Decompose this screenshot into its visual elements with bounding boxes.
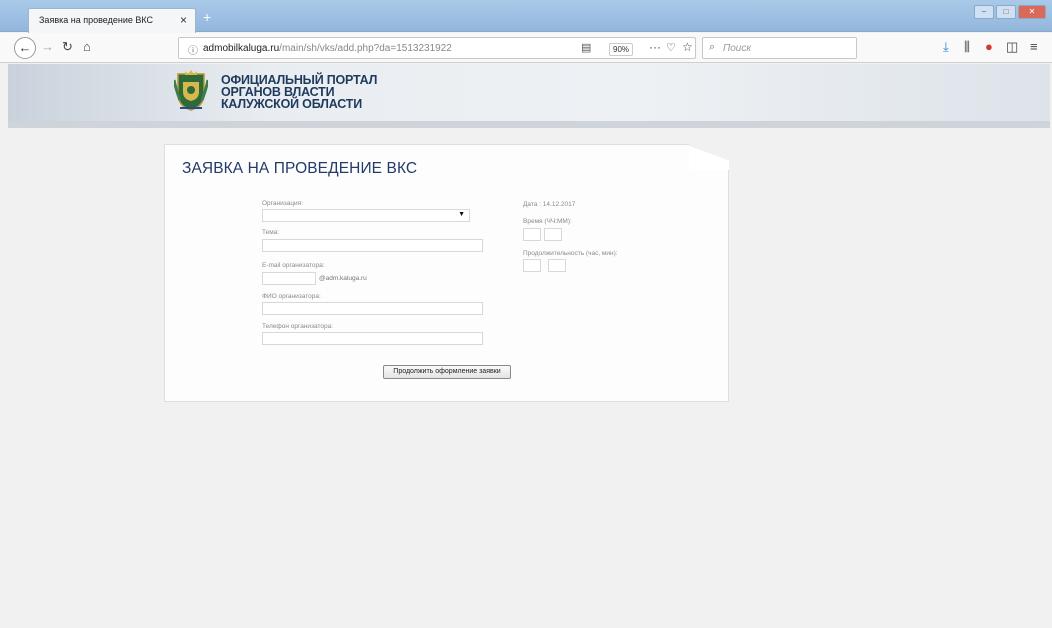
time-minutes-input[interactable]: [544, 228, 562, 241]
forward-arrow-icon[interactable]: →: [41, 39, 54, 55]
phone-label: Телефон организатора:: [262, 323, 334, 330]
site-info-icon[interactable]: ⓘ: [188, 42, 198, 57]
url-path: /main/sh/vks/add.php?da=1513231922: [279, 43, 452, 54]
time-hours-input[interactable]: [523, 228, 541, 241]
home-icon[interactable]: ⌂: [83, 39, 91, 55]
menu-icon[interactable]: ≡: [1030, 39, 1038, 54]
email-input[interactable]: [262, 272, 316, 285]
close-tab-icon[interactable]: ×: [180, 13, 187, 27]
chevron-down-icon: ▼: [458, 211, 465, 218]
duration-minutes-input[interactable]: [548, 259, 566, 272]
date-label: Дата : 14.12.2017: [523, 201, 576, 208]
portal-header: ОФИЦИАЛЬНЫЙ ПОРТАЛ ОРГАНОВ ВЛАСТИ КАЛУЖС…: [8, 64, 1050, 122]
back-arrow-icon[interactable]: ←: [14, 37, 36, 59]
search-placeholder: Поиск: [723, 43, 752, 54]
page-actions-icon[interactable]: ···: [649, 40, 661, 54]
sidebar-icon[interactable]: ◫: [1006, 39, 1018, 55]
duration-hours-input[interactable]: [523, 259, 541, 272]
zoom-level[interactable]: 90%: [609, 43, 634, 56]
browser-tabbar: Заявка на проведение ВКС × + – □ ✕: [0, 0, 1052, 33]
organization-label: Организация:: [262, 200, 304, 207]
reload-icon[interactable]: ↻: [62, 39, 73, 55]
portal-title[interactable]: ОФИЦИАЛЬНЫЙ ПОРТАЛ ОРГАНОВ ВЛАСТИ КАЛУЖС…: [221, 74, 377, 111]
url-text[interactable]: admobilkaluga.ru/main/sh/vks/add.php?da=…: [203, 43, 452, 54]
time-label: Время (ЧЧ:ММ):: [523, 218, 572, 225]
form-panel: ЗАЯВКА НА ПРОВЕДЕНИЕ ВКС Организация: ▼ …: [164, 144, 729, 402]
adblock-icon[interactable]: ●: [985, 39, 993, 54]
url-domain: admobilkaluga.ru: [203, 43, 280, 54]
bookmark-star-icon[interactable]: ☆: [682, 40, 693, 54]
download-icon[interactable]: ⤓: [943, 39, 949, 55]
browser-navbar: ← → ↻ ⌂ ⓘ admobilkaluga.ru/main/sh/vks/a…: [0, 33, 1052, 63]
email-label: E-mail организатора:: [262, 262, 325, 269]
search-bar[interactable]: ⌕ Поиск: [702, 37, 857, 59]
url-bar[interactable]: ⓘ admobilkaluga.ru/main/sh/vks/add.php?d…: [178, 37, 696, 59]
topic-label: Тема:: [262, 229, 280, 236]
continue-button[interactable]: Продолжить оформление заявки: [383, 365, 511, 379]
library-icon[interactable]: ⫼: [964, 39, 970, 55]
reader-view-icon[interactable]: ▤: [581, 41, 591, 54]
tab-title: Заявка на проведение ВКС: [39, 15, 153, 25]
phone-input[interactable]: [262, 332, 483, 345]
portal-title-line-3: КАЛУЖСКОЙ ОБЛАСТИ: [221, 97, 362, 111]
pocket-icon[interactable]: ♡: [666, 41, 676, 54]
maximize-button[interactable]: □: [996, 5, 1016, 19]
page-viewport: ОФИЦИАЛЬНЫЙ ПОРТАЛ ОРГАНОВ ВЛАСТИ КАЛУЖС…: [8, 64, 1050, 622]
page-curl-decoration: [689, 144, 729, 170]
email-domain: @adm.kaluga.ru: [319, 275, 367, 282]
browser-tab-active[interactable]: Заявка на проведение ВКС ×: [28, 8, 196, 33]
fio-input[interactable]: [262, 302, 483, 315]
minimize-button[interactable]: –: [974, 5, 994, 19]
organization-select[interactable]: ▼: [262, 209, 470, 222]
close-window-button[interactable]: ✕: [1018, 5, 1046, 19]
new-tab-icon[interactable]: +: [203, 9, 211, 25]
form-title: ЗАЯВКА НА ПРОВЕДЕНИЕ ВКС: [182, 160, 418, 177]
fio-label: ФИО организатора:: [262, 293, 321, 300]
window-controls: – □ ✕: [974, 5, 1046, 19]
duration-label: Продолжительность (час, мин):: [523, 250, 618, 257]
header-divider: [8, 122, 1050, 128]
coat-of-arms-logo[interactable]: [174, 70, 208, 112]
topic-input[interactable]: [262, 239, 483, 252]
search-icon: ⌕: [709, 41, 716, 53]
